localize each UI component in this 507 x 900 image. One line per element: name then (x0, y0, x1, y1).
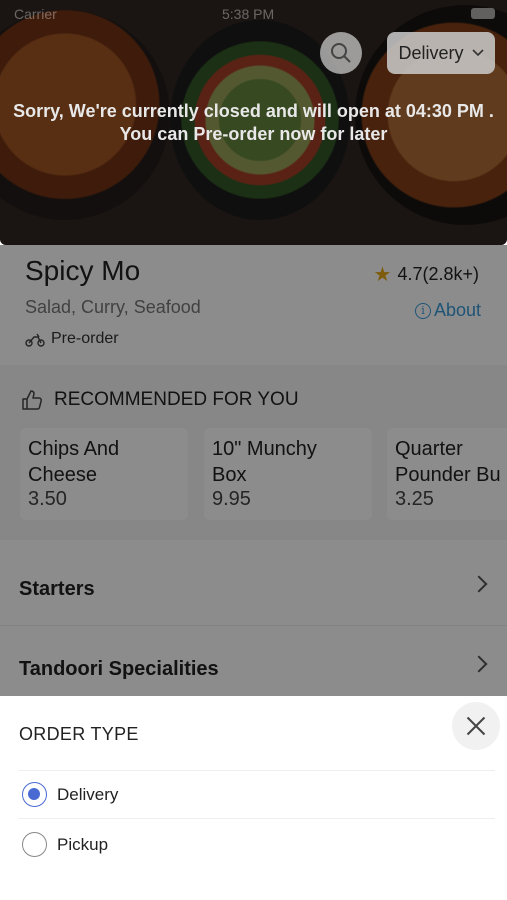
divider (19, 818, 495, 819)
status-time: 5:38 PM (222, 6, 275, 22)
search-icon (331, 43, 351, 63)
option-delivery[interactable]: Delivery (22, 782, 118, 807)
carrier-label: Carrier (14, 6, 57, 22)
radio-selected-icon[interactable] (22, 782, 47, 807)
option-label: Pickup (57, 834, 109, 854)
battery-icon (471, 8, 495, 19)
closed-message: Sorry, We're currently closed and will o… (0, 100, 507, 146)
option-label: Delivery (57, 784, 119, 804)
chevron-down-icon (471, 49, 484, 57)
status-bar: Carrier 5:38 PM (0, 0, 507, 28)
order-type-dropdown[interactable]: Delivery (387, 32, 495, 74)
divider (19, 770, 495, 771)
hero-banner: Carrier 5:38 PM Delivery Sorry, We're cu… (0, 0, 507, 245)
option-pickup[interactable]: Pickup (22, 832, 108, 857)
radio-unselected-icon[interactable] (22, 832, 47, 857)
closed-message-line-1: Sorry, We're currently closed and will o… (13, 101, 494, 121)
modal-backdrop[interactable] (0, 245, 507, 696)
order-type-label: Delivery (398, 42, 464, 63)
sheet-title: ORDER TYPE (19, 724, 139, 744)
closed-message-line-2: You can Pre-order now for later (119, 124, 388, 144)
close-button[interactable] (452, 702, 500, 750)
order-type-sheet: ORDER TYPE Delivery Pickup (0, 696, 507, 900)
search-button[interactable] (320, 32, 362, 74)
app-screen: Carrier 5:38 PM Delivery Sorry, We're cu… (0, 0, 507, 900)
